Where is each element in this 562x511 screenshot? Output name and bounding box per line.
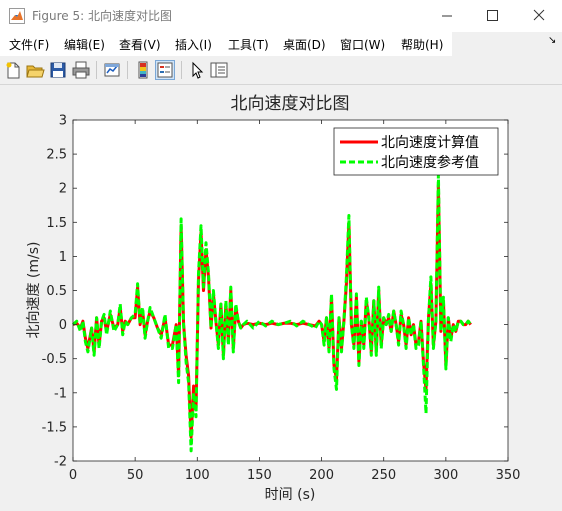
menu-overflow-icon[interactable]: ↘: [548, 35, 556, 46]
menu-file[interactable]: 文件(F): [9, 36, 49, 53]
x-tick-label: 50: [127, 468, 144, 483]
chart-title: 北向速度对比图: [231, 94, 350, 114]
figure-canvas: 北向速度对比图 0 50 100 150 200 250 300 350 -2 -1.5 -1 -0.…: [0, 85, 562, 507]
save-button[interactable]: [48, 60, 68, 80]
menu-insert[interactable]: 插入(I): [175, 36, 212, 53]
y-tick-label: 1.5: [46, 216, 67, 231]
menu-bar: 文件(F) 编辑(E) 查看(V) 插入(I) 工具(T) 桌面(D) 窗口(W…: [0, 32, 562, 56]
matlab-icon: [9, 8, 25, 24]
link-plot-icon: [104, 63, 120, 77]
window-title: Figure 5: 北向速度对比图: [32, 9, 172, 23]
y-tick-label: -1.5: [42, 420, 67, 435]
chart: 北向速度对比图 0 50 100 150 200 250 300 350 -2 -1.5 -1 -0.…: [26, 94, 521, 503]
edit-plot-arrow-icon: [192, 61, 204, 79]
link-plot-button[interactable]: [102, 60, 122, 80]
y-tick-label: 0.5: [46, 284, 67, 299]
legend: 北向速度计算值 北向速度参考值: [333, 127, 499, 176]
menu-view[interactable]: 查看(V): [119, 36, 161, 53]
y-axis-label: 北向速度 (m/s): [26, 241, 42, 338]
y-tick-label: 2: [59, 182, 67, 197]
y-tick-label: 0: [59, 318, 67, 333]
x-tick-label: 100: [185, 468, 210, 483]
x-tick-label: 200: [309, 468, 334, 483]
menu-help[interactable]: 帮助(H): [401, 36, 443, 53]
x-tick-label: 350: [496, 468, 521, 483]
x-tick-label: 300: [433, 468, 458, 483]
open-file-button[interactable]: [25, 60, 45, 80]
property-inspector-icon: [210, 62, 228, 78]
menu-window[interactable]: 窗口(W): [340, 36, 385, 53]
minimize-button[interactable]: [424, 0, 470, 32]
print-icon: [72, 61, 90, 79]
colorbar-button[interactable]: [133, 60, 153, 80]
print-button[interactable]: [71, 60, 91, 80]
x-tick-label: 150: [247, 468, 272, 483]
new-figure-button[interactable]: [3, 60, 23, 80]
menu-desktop[interactable]: 桌面(D): [283, 36, 326, 53]
colorbar-icon: [138, 61, 148, 79]
save-icon: [50, 62, 66, 78]
close-button[interactable]: [516, 0, 562, 32]
y-tick-label: -2: [54, 455, 67, 470]
open-file-icon: [26, 65, 45, 78]
property-inspector-button[interactable]: [209, 60, 229, 80]
y-tick-label: -1: [54, 386, 67, 401]
x-tick-label: 0: [69, 468, 77, 483]
edit-plot-button[interactable]: [187, 60, 207, 80]
y-tick-label: -0.5: [42, 352, 67, 367]
x-tick-label: 250: [371, 468, 396, 483]
maximize-icon: [487, 10, 498, 21]
legend-icon: [157, 62, 173, 78]
maximize-button[interactable]: [470, 0, 516, 32]
legend-button[interactable]: [155, 60, 175, 80]
toolbar: [0, 56, 562, 85]
x-axis-label: 时间 (s): [265, 487, 316, 503]
y-tick-label: 3: [59, 114, 67, 129]
title-bar: Figure 5: 北向速度对比图: [0, 0, 562, 32]
legend-label-calc: 北向速度计算值: [381, 135, 479, 151]
minimize-icon: [442, 15, 452, 17]
menu-edit[interactable]: 编辑(E): [64, 36, 105, 53]
close-icon: [533, 9, 545, 21]
new-figure-icon: [6, 62, 20, 79]
y-tick-label: 1: [59, 250, 67, 265]
y-tick-label: 2.5: [46, 148, 67, 163]
legend-label-ref: 北向速度参考值: [381, 154, 479, 171]
menu-tools[interactable]: 工具(T): [228, 36, 269, 53]
